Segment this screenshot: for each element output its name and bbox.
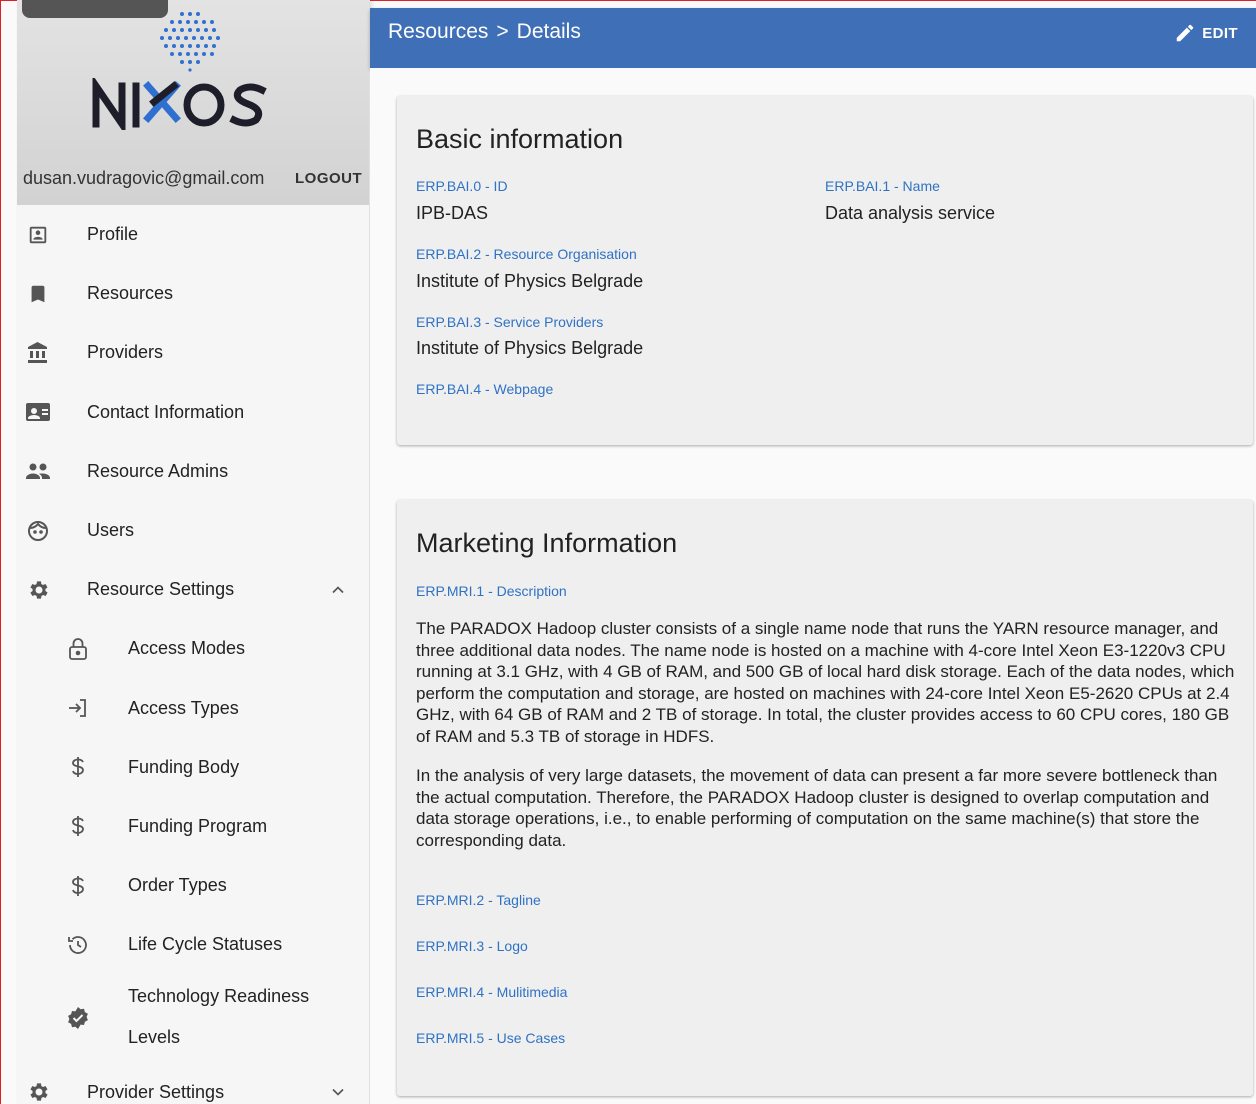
breadcrumb: Resources > Details — [388, 20, 581, 44]
sidebar-item-label: Funding Program — [128, 815, 268, 836]
sidebar-header: dusan.vudragovic@gmail.com LOGOUT — [17, 0, 369, 205]
face-icon — [25, 518, 51, 544]
sidebar-item-funding-body[interactable]: Funding Body — [17, 738, 369, 797]
name-label: ERP.BAI.1 - Name — [825, 178, 940, 194]
sidebar-item-label: Resource Settings — [87, 579, 235, 600]
logo-label: ERP.MRI.3 - Logo — [416, 938, 528, 954]
sidebar-item-label: Resources — [87, 283, 174, 304]
tagline-label: ERP.MRI.2 - Tagline — [416, 892, 541, 908]
use-cases-label: ERP.MRI.5 - Use Cases — [416, 1030, 566, 1046]
sidebar-item-resource-admins[interactable]: Resource Admins — [17, 442, 369, 501]
marketing-information-card: Marketing Information ERP.MRI.1 - Descri… — [397, 500, 1253, 1096]
sidebar-item-users[interactable]: Users — [17, 501, 369, 560]
id-value: IPB-DAS — [416, 203, 489, 223]
service-providers-value: Institute of Physics Belgrade — [416, 338, 644, 358]
dollar-icon — [65, 813, 91, 839]
sidebar-item-resource-settings[interactable]: Resource Settings — [17, 560, 369, 619]
history-icon — [65, 932, 91, 958]
pencil-icon — [1176, 24, 1194, 42]
service-providers-label: ERP.BAI.3 - Service Providers — [416, 314, 604, 330]
description-label: ERP.MRI.1 - Description — [416, 583, 567, 599]
gear-icon — [25, 1079, 51, 1104]
sidebar-item-label: Resource Admins — [87, 460, 229, 481]
lock-icon — [65, 636, 91, 662]
sidebar-item-label: Access Types — [128, 697, 239, 718]
sidebar-item-order-types[interactable]: Order Types — [17, 856, 369, 915]
sidebar-item-label: Profile — [87, 224, 139, 245]
sidebar-item-providers[interactable]: Providers — [17, 323, 369, 382]
sidebar-item-label: Access Modes — [128, 638, 246, 659]
id-label: ERP.BAI.0 - ID — [416, 178, 508, 194]
tooltip — [22, 0, 168, 18]
verified-icon — [65, 1005, 91, 1031]
description-paragraph-1: The PARADOX Hadoop cluster consists of a… — [416, 619, 1235, 746]
sidebar-item-label: Order Types — [128, 875, 227, 896]
contact-card-icon — [25, 399, 51, 425]
sidebar-item-access-types[interactable]: Access Types — [17, 679, 369, 738]
edit-label: EDIT — [1202, 24, 1238, 42]
sidebar-item-label: Funding Body — [128, 756, 240, 777]
sidebar-item-label: Contact Information — [87, 401, 245, 422]
sidebar-item-provider-settings[interactable]: Provider Settings — [17, 1062, 369, 1104]
sidebar-item-resources[interactable]: Resources — [17, 264, 369, 323]
logout-button[interactable]: LOGOUT — [295, 170, 362, 187]
sidebar-item-life-cycle-statuses[interactable]: Life Cycle Statuses — [17, 915, 369, 974]
edit-button[interactable]: EDIT — [1174, 22, 1238, 44]
top-app-bar: Resources > Details EDIT — [370, 8, 1256, 68]
name-value: Data analysis service — [825, 203, 996, 223]
login-icon — [65, 695, 91, 721]
marketing-information-title: Marketing Information — [416, 528, 678, 558]
sidebar-item-label: Providers — [87, 342, 164, 363]
breadcrumb-resources-link[interactable]: Resources — [388, 20, 488, 44]
nikos-logo — [92, 78, 267, 130]
bank-icon — [25, 340, 51, 366]
breadcrumb-current: Details — [516, 20, 581, 43]
user-email: dusan.vudragovic@gmail.com — [23, 168, 265, 188]
sidebar: dusan.vudragovic@gmail.com LOGOUT Profil… — [17, 0, 370, 1104]
resource-organisation-label: ERP.BAI.2 - Resource Organisation — [416, 246, 637, 262]
sidebar-item-access-modes[interactable]: Access Modes — [17, 619, 369, 678]
sidebar-item-technology-readiness-levels[interactable]: Technology Readiness Levels — [17, 974, 369, 1062]
bookmark-icon — [25, 281, 51, 307]
sidebar-item-funding-program[interactable]: Funding Program — [17, 797, 369, 856]
logo-dots-icon — [160, 12, 220, 72]
profile-icon — [25, 222, 51, 248]
basic-information-card: Basic information ERP.BAI.0 - ID IPB-DAS… — [397, 96, 1253, 445]
multimedia-label: ERP.MRI.4 - Mulitimedia — [416, 984, 568, 1000]
sidebar-item-label: Provider Settings — [87, 1081, 225, 1102]
sidebar-nav: Profile Resources Providers Contact Info… — [17, 205, 369, 1104]
basic-information-title: Basic information — [416, 124, 624, 154]
chevron-up-icon — [332, 586, 344, 593]
webpage-label: ERP.BAI.4 - Webpage — [416, 381, 554, 397]
people-icon — [25, 458, 51, 484]
chevron-down-icon — [332, 1088, 344, 1096]
dollar-icon — [65, 754, 91, 780]
sidebar-item-contact-information[interactable]: Contact Information — [17, 383, 369, 442]
dollar-icon — [65, 873, 91, 899]
sidebar-item-label: Technology Readiness Levels — [128, 986, 310, 1048]
sidebar-item-label: Users — [87, 520, 135, 541]
breadcrumb-separator: > — [496, 20, 509, 43]
sidebar-item-profile[interactable]: Profile — [17, 205, 369, 264]
sidebar-item-label: Life Cycle Statuses — [128, 934, 283, 955]
resource-organisation-value: Institute of Physics Belgrade — [416, 271, 644, 291]
main-content: Basic information ERP.BAI.0 - ID IPB-DAS… — [370, 68, 1256, 1104]
gear-icon — [25, 577, 51, 603]
description-paragraph-2: In the analysis of very large datasets, … — [416, 766, 1218, 850]
